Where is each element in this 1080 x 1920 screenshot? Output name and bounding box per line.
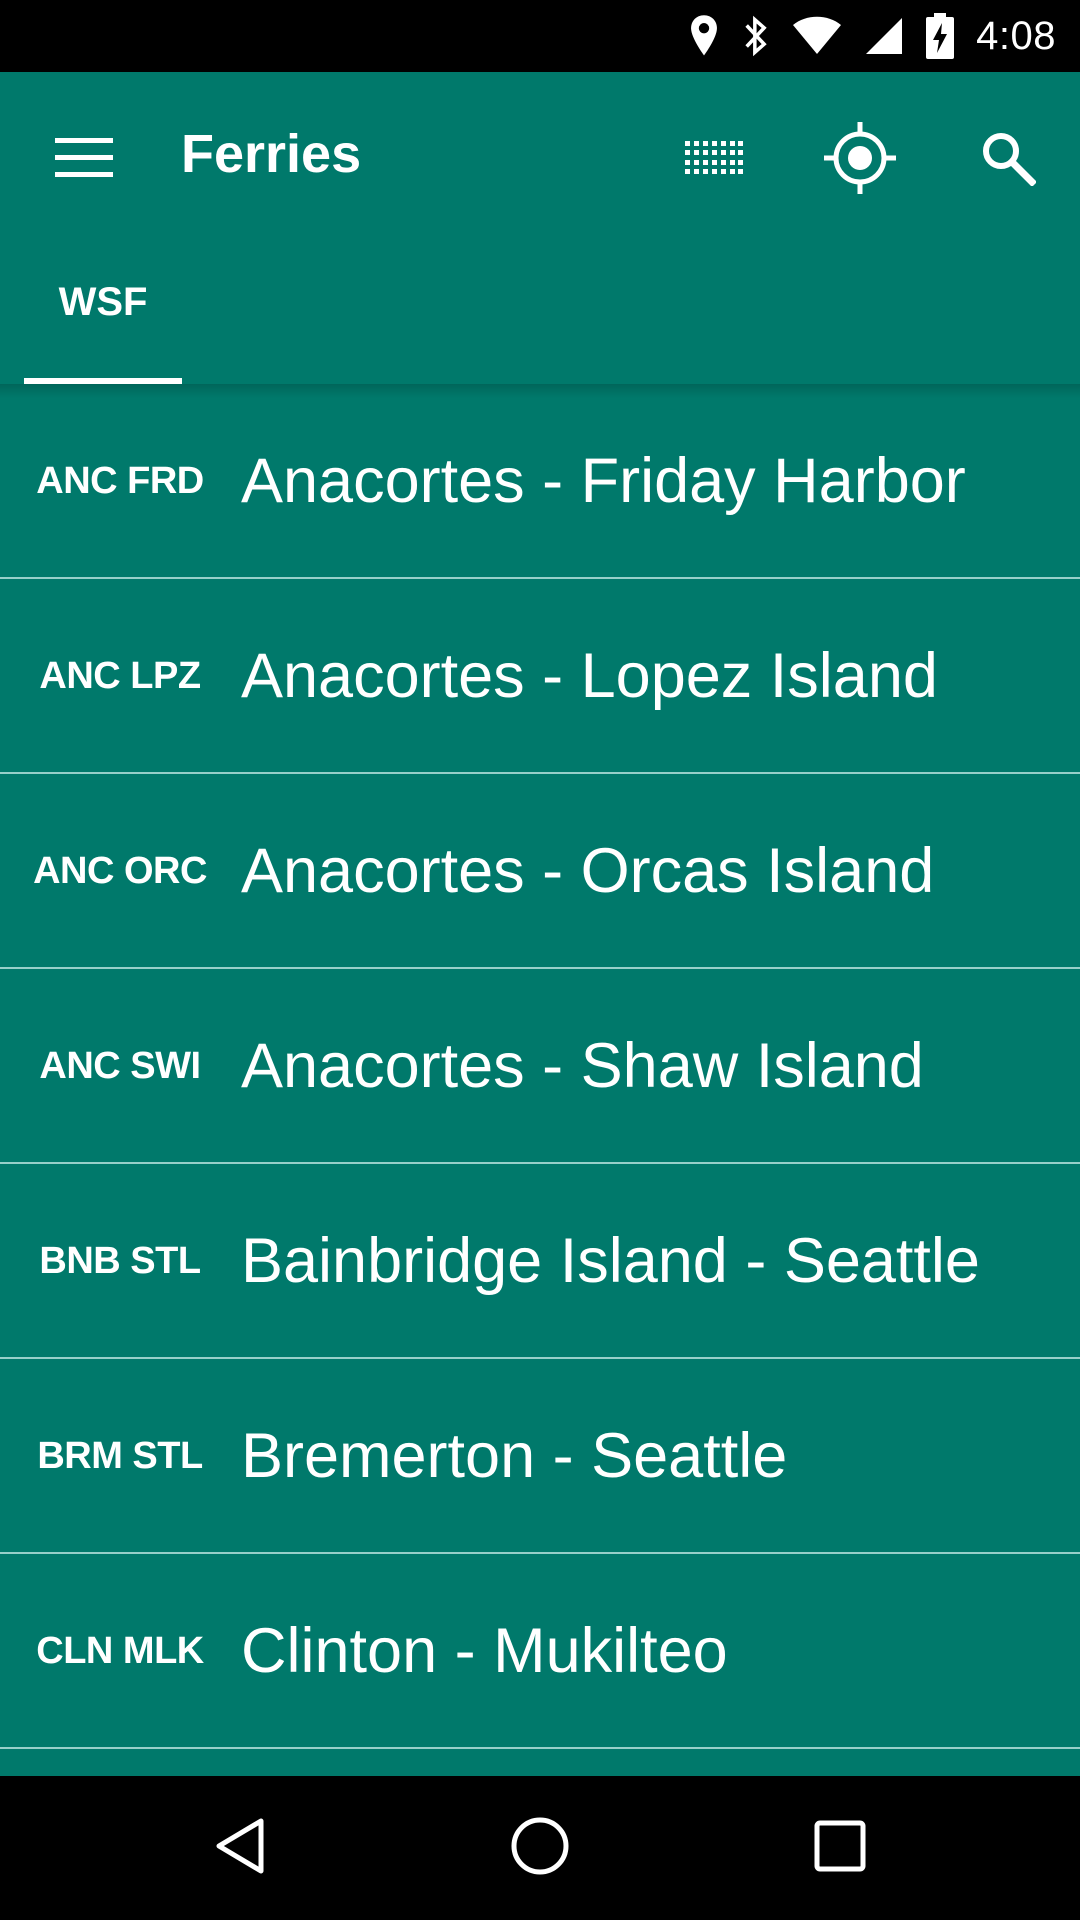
route-name: Anacortes - Friday Harbor [241, 446, 966, 516]
status-time: 4:08 [976, 13, 1056, 58]
route-row[interactable]: CLN MLK Clinton - Mukilteo [0, 1554, 1080, 1749]
grid-view-button[interactable] [666, 112, 762, 208]
route-name: Anacortes - Orcas Island [241, 836, 935, 906]
route-code: ANC FRD [36, 459, 204, 502]
bluetooth-icon [742, 14, 770, 58]
navigation-bar [0, 1776, 1080, 1920]
wifi-icon [792, 16, 842, 56]
route-row[interactable]: BNB STL Bainbridge Island - Seattle [0, 1164, 1080, 1359]
route-code: BNB STL [39, 1239, 201, 1282]
app-bar: Ferries WSF [0, 72, 1080, 384]
menu-button[interactable] [40, 116, 128, 204]
recents-button[interactable] [780, 1800, 900, 1896]
my-location-icon [824, 121, 896, 199]
recents-icon [814, 1820, 866, 1877]
route-code: ANC ORC [33, 849, 207, 892]
app-title: Ferries [181, 124, 362, 184]
tab-bar: WSF [0, 240, 1080, 384]
signal-icon [864, 16, 904, 56]
tab-label: WSF [58, 279, 148, 324]
route-name: Bremerton - Seattle [241, 1421, 788, 1491]
toolbar: Ferries [0, 72, 1080, 240]
location-icon [688, 14, 720, 58]
back-button[interactable] [180, 1800, 300, 1896]
status-icons: 4:08 [688, 0, 1056, 72]
back-icon [213, 1817, 267, 1880]
route-name: Clinton - Mukilteo [241, 1616, 728, 1686]
route-row[interactable]: BRM STL Bremerton - Seattle [0, 1359, 1080, 1554]
tab-wsf[interactable]: WSF [24, 240, 182, 384]
route-name: Anacortes - Lopez Island [241, 641, 938, 711]
route-name: Anacortes - Shaw Island [241, 1031, 924, 1101]
status-bar: 4:08 [0, 0, 1080, 72]
grid-view-icon [685, 140, 743, 180]
route-row[interactable]: ANC SWI Anacortes - Shaw Island [0, 969, 1080, 1164]
menu-icon [55, 137, 113, 183]
my-location-button[interactable] [812, 112, 908, 208]
route-row[interactable]: ANC LPZ Anacortes - Lopez Island [0, 579, 1080, 774]
route-row[interactable]: ANC ORC Anacortes - Orcas Island [0, 774, 1080, 969]
search-icon [980, 130, 1037, 191]
route-name: Bainbridge Island - Seattle [241, 1226, 980, 1296]
battery-charging-icon [926, 13, 955, 59]
route-code: BRM STL [37, 1434, 203, 1477]
route-row[interactable]: ANC FRD Anacortes - Friday Harbor [0, 384, 1080, 579]
home-icon [510, 1816, 570, 1881]
route-code: ANC SWI [39, 1044, 201, 1087]
route-code: ANC LPZ [39, 654, 201, 697]
search-button[interactable] [960, 112, 1056, 208]
divider [0, 1747, 1080, 1749]
route-list[interactable]: ANC FRD Anacortes - Friday Harbor ANC LP… [0, 384, 1080, 1776]
home-button[interactable] [480, 1800, 600, 1896]
route-code: CLN MLK [36, 1629, 204, 1672]
